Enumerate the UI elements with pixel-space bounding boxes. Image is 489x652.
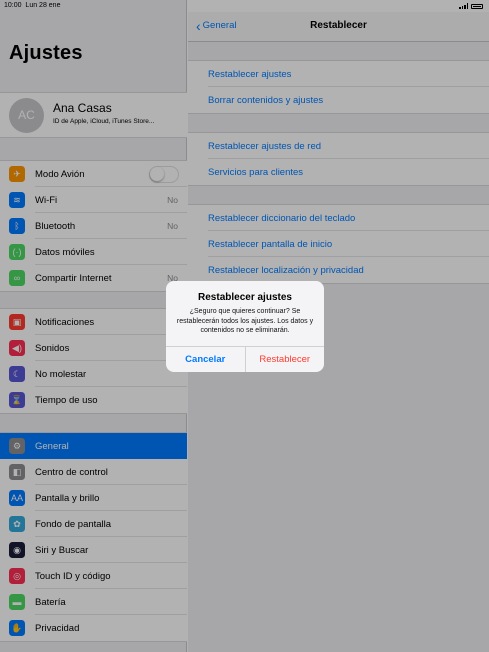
status-time: 10:00 Lun 28 ene [4,2,61,9]
reset-alert-dialog: Restablecer ajustes ¿Seguro que quieres … [166,281,324,372]
battery-status-icon [471,3,483,9]
cancel-button[interactable]: Cancelar [166,347,246,372]
alert-title: Restablecer ajustes [198,292,292,303]
status-indicators [459,3,483,9]
alert-message: ¿Seguro que quieres continuar? Se restab… [176,308,314,334]
alert-buttons: Cancelar Restablecer [166,346,324,372]
signal-icon [459,3,468,9]
status-bar: 10:00 Lun 28 ene [0,0,489,12]
confirm-reset-button[interactable]: Restablecer [246,347,325,372]
